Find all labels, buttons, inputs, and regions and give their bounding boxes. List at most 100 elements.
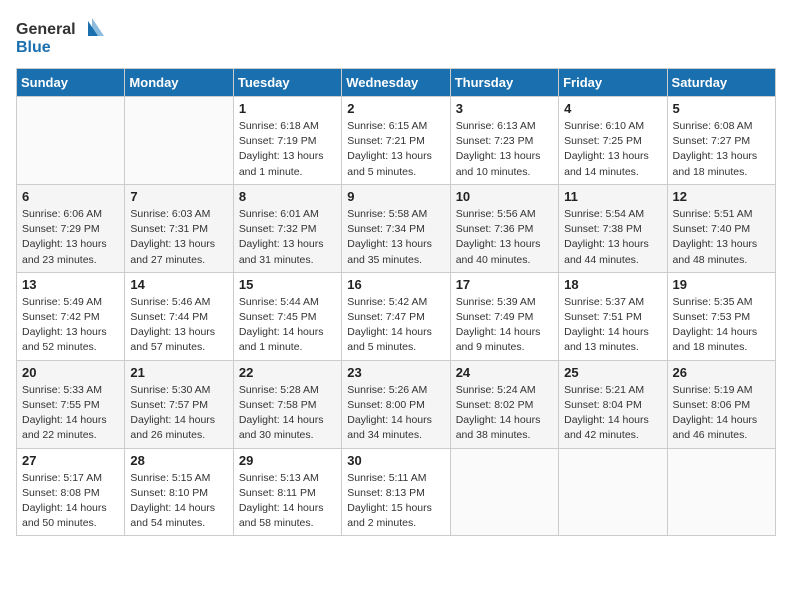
logo-svg: GeneralBlue — [16, 16, 106, 56]
day-number: 5 — [673, 101, 770, 116]
page-header: GeneralBlue — [16, 16, 776, 56]
day-number: 24 — [456, 365, 553, 380]
day-number: 20 — [22, 365, 119, 380]
day-info: Sunrise: 5:17 AM Sunset: 8:08 PM Dayligh… — [22, 471, 119, 532]
calendar-cell: 18Sunrise: 5:37 AM Sunset: 7:51 PM Dayli… — [559, 272, 667, 360]
day-number: 23 — [347, 365, 444, 380]
svg-text:Blue: Blue — [16, 39, 51, 56]
day-number: 9 — [347, 189, 444, 204]
day-info: Sunrise: 5:11 AM Sunset: 8:13 PM Dayligh… — [347, 471, 444, 532]
calendar-week-row: 20 Sunrise: 5:33 AM Sunset: 7:55 PM Dayli… — [17, 360, 776, 448]
day-number: 12 — [673, 189, 770, 204]
day-number: 17 — [456, 277, 553, 292]
calendar-cell: 14 Sunrise: 5:46 AM Sunset: 7:44 PM Dayli… — [125, 272, 233, 360]
weekday-header: Tuesday — [233, 69, 341, 97]
weekday-header: Monday — [125, 69, 233, 97]
day-number: 14 — [130, 277, 227, 292]
day-number: 8 — [239, 189, 336, 204]
calendar-cell — [667, 448, 775, 536]
calendar-cell: 12 Sunrise: 5:51 AM Sunset: 7:40 PM Dayli… — [667, 184, 775, 272]
day-info: Sunrise: 6:01 AM Sunset: 7:32 PM Dayligh… — [239, 207, 336, 268]
day-info: Sunrise: 5:19 AM Sunset: 8:06 PM Dayligh… — [673, 383, 770, 444]
day-number: 11 — [564, 189, 661, 204]
weekday-header: Friday — [559, 69, 667, 97]
calendar-cell: 13 Sunrise: 5:49 AM Sunset: 7:42 PM Dayli… — [17, 272, 125, 360]
day-info: Sunrise: 5:46 AM Sunset: 7:44 PM Dayligh… — [130, 295, 227, 356]
calendar-week-row: 13 Sunrise: 5:49 AM Sunset: 7:42 PM Dayli… — [17, 272, 776, 360]
calendar-cell: 27 Sunrise: 5:17 AM Sunset: 8:08 PM Dayli… — [17, 448, 125, 536]
day-number: 4 — [564, 101, 661, 116]
weekday-header: Sunday — [17, 69, 125, 97]
calendar-cell: 6 Sunrise: 6:06 AM Sunset: 7:29 PM Daylig… — [17, 184, 125, 272]
day-number: 19 — [673, 277, 770, 292]
calendar-cell: 9 Sunrise: 5:58 AM Sunset: 7:34 PM Daylig… — [342, 184, 450, 272]
logo: GeneralBlue — [16, 16, 106, 56]
day-number: 3 — [456, 101, 553, 116]
day-number: 22 — [239, 365, 336, 380]
day-number: 2 — [347, 101, 444, 116]
calendar-cell: 2 Sunrise: 6:15 AM Sunset: 7:21 PM Daylig… — [342, 97, 450, 185]
svg-text:General: General — [16, 21, 76, 38]
day-number: 29 — [239, 453, 336, 468]
day-info: Sunrise: 5:39 AM Sunset: 7:49 PM Dayligh… — [456, 295, 553, 356]
day-info: Sunrise: 5:24 AM Sunset: 8:02 PM Dayligh… — [456, 383, 553, 444]
calendar-cell: 25Sunrise: 5:21 AM Sunset: 8:04 PM Dayli… — [559, 360, 667, 448]
day-number: 26 — [673, 365, 770, 380]
day-number: 30 — [347, 453, 444, 468]
day-info: Sunrise: 6:15 AM Sunset: 7:21 PM Dayligh… — [347, 119, 444, 180]
weekday-header-row: SundayMondayTuesdayWednesdayThursdayFrid… — [17, 69, 776, 97]
day-info: Sunrise: 5:49 AM Sunset: 7:42 PM Dayligh… — [22, 295, 119, 356]
day-info: Sunrise: 5:44 AM Sunset: 7:45 PM Dayligh… — [239, 295, 336, 356]
day-info: Sunrise: 5:26 AM Sunset: 8:00 PM Dayligh… — [347, 383, 444, 444]
calendar-cell: 11 Sunrise: 5:54 AM Sunset: 7:38 PM Dayli… — [559, 184, 667, 272]
day-number: 6 — [22, 189, 119, 204]
day-info: Sunrise: 6:13 AM Sunset: 7:23 PM Dayligh… — [456, 119, 553, 180]
calendar-cell — [450, 448, 558, 536]
calendar-cell: 28Sunrise: 5:15 AM Sunset: 8:10 PM Dayli… — [125, 448, 233, 536]
calendar-cell: 7 Sunrise: 6:03 AM Sunset: 7:31 PM Daylig… — [125, 184, 233, 272]
calendar-week-row: 1 Sunrise: 6:18 AM Sunset: 7:19 PM Daylig… — [17, 97, 776, 185]
day-number: 21 — [130, 365, 227, 380]
calendar-cell: 10 Sunrise: 5:56 AM Sunset: 7:36 PM Dayli… — [450, 184, 558, 272]
calendar-cell: 4 Sunrise: 6:10 AM Sunset: 7:25 PM Daylig… — [559, 97, 667, 185]
day-number: 10 — [456, 189, 553, 204]
day-info: Sunrise: 5:28 AM Sunset: 7:58 PM Dayligh… — [239, 383, 336, 444]
day-number: 13 — [22, 277, 119, 292]
calendar-week-row: 27 Sunrise: 5:17 AM Sunset: 8:08 PM Dayli… — [17, 448, 776, 536]
calendar-cell: 23 Sunrise: 5:26 AM Sunset: 8:00 PM Dayli… — [342, 360, 450, 448]
calendar-cell — [17, 97, 125, 185]
day-info: Sunrise: 5:51 AM Sunset: 7:40 PM Dayligh… — [673, 207, 770, 268]
calendar-cell — [125, 97, 233, 185]
day-info: Sunrise: 5:58 AM Sunset: 7:34 PM Dayligh… — [347, 207, 444, 268]
day-number: 27 — [22, 453, 119, 468]
calendar-cell: 26 Sunrise: 5:19 AM Sunset: 8:06 PM Dayli… — [667, 360, 775, 448]
day-number: 28 — [130, 453, 227, 468]
day-info: Sunrise: 6:18 AM Sunset: 7:19 PM Dayligh… — [239, 119, 336, 180]
day-info: Sunrise: 6:03 AM Sunset: 7:31 PM Dayligh… — [130, 207, 227, 268]
day-number: 1 — [239, 101, 336, 116]
calendar-cell: 1 Sunrise: 6:18 AM Sunset: 7:19 PM Daylig… — [233, 97, 341, 185]
day-info: Sunrise: 5:35 AM Sunset: 7:53 PM Dayligh… — [673, 295, 770, 356]
day-number: 7 — [130, 189, 227, 204]
calendar-cell: 15Sunrise: 5:44 AM Sunset: 7:45 PM Dayli… — [233, 272, 341, 360]
weekday-header: Saturday — [667, 69, 775, 97]
day-info: Sunrise: 6:10 AM Sunset: 7:25 PM Dayligh… — [564, 119, 661, 180]
calendar-cell: 17 Sunrise: 5:39 AM Sunset: 7:49 PM Dayli… — [450, 272, 558, 360]
calendar-cell: 19 Sunrise: 5:35 AM Sunset: 7:53 PM Dayli… — [667, 272, 775, 360]
day-info: Sunrise: 5:54 AM Sunset: 7:38 PM Dayligh… — [564, 207, 661, 268]
calendar-cell: 20 Sunrise: 5:33 AM Sunset: 7:55 PM Dayli… — [17, 360, 125, 448]
calendar-cell: 8 Sunrise: 6:01 AM Sunset: 7:32 PM Daylig… — [233, 184, 341, 272]
day-number: 16 — [347, 277, 444, 292]
day-info: Sunrise: 5:33 AM Sunset: 7:55 PM Dayligh… — [22, 383, 119, 444]
day-info: Sunrise: 5:30 AM Sunset: 7:57 PM Dayligh… — [130, 383, 227, 444]
day-info: Sunrise: 5:42 AM Sunset: 7:47 PM Dayligh… — [347, 295, 444, 356]
day-info: Sunrise: 5:56 AM Sunset: 7:36 PM Dayligh… — [456, 207, 553, 268]
calendar-cell: 5 Sunrise: 6:08 AM Sunset: 7:27 PM Daylig… — [667, 97, 775, 185]
calendar-table: SundayMondayTuesdayWednesdayThursdayFrid… — [16, 68, 776, 536]
calendar-cell: 29Sunrise: 5:13 AM Sunset: 8:11 PM Dayli… — [233, 448, 341, 536]
calendar-week-row: 6 Sunrise: 6:06 AM Sunset: 7:29 PM Daylig… — [17, 184, 776, 272]
calendar-cell: 3 Sunrise: 6:13 AM Sunset: 7:23 PM Daylig… — [450, 97, 558, 185]
day-info: Sunrise: 6:06 AM Sunset: 7:29 PM Dayligh… — [22, 207, 119, 268]
day-number: 18 — [564, 277, 661, 292]
day-info: Sunrise: 6:08 AM Sunset: 7:27 PM Dayligh… — [673, 119, 770, 180]
